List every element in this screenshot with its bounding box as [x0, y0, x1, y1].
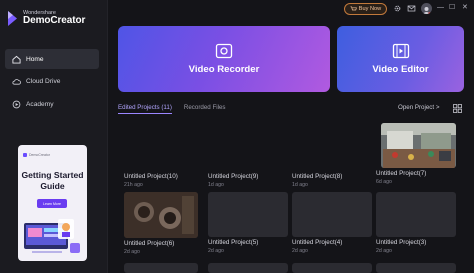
- project-thumbnail: [381, 123, 456, 168]
- sidebar-item-label: Academy: [26, 100, 54, 108]
- video-editor-label: Video Editor: [372, 64, 429, 75]
- sidebar-item-label: Home: [26, 55, 44, 63]
- user-avatar[interactable]: [421, 3, 432, 14]
- user-icon: [423, 7, 432, 14]
- project-title: Untitled Project(7): [376, 170, 427, 177]
- recorder-icon: [215, 43, 233, 59]
- promo-brand: DemoCreator: [23, 153, 50, 157]
- project-thumbnail: [124, 192, 198, 238]
- project-time: 21h ago: [124, 182, 143, 188]
- project-card[interactable]: Untitled Project(3) 2d ago: [376, 192, 456, 254]
- project-tabs: Edited Projects (11) Recorded Files: [118, 104, 226, 114]
- sidebar-nav: Home Cloud Drive Academy: [5, 49, 99, 117]
- cart-icon: [350, 6, 357, 11]
- project-title: Untitled Project(8): [292, 173, 343, 180]
- sidebar-item-cloud-drive[interactable]: Cloud Drive: [5, 72, 99, 92]
- mail-icon[interactable]: [407, 4, 416, 13]
- grid-view-icon[interactable]: [453, 104, 462, 113]
- getting-started-promo[interactable]: DemoCreator Getting Started Guide Learn …: [18, 145, 87, 261]
- thumbnail-image: [381, 123, 456, 168]
- promo-title: Getting Started Guide: [21, 170, 84, 191]
- promo-brand-icon: [23, 153, 27, 157]
- project-thumbnail[interactable]: [376, 263, 456, 273]
- project-thumbnail[interactable]: [124, 263, 198, 273]
- project-title: Untitled Project(4): [292, 239, 343, 246]
- project-time: 2d ago: [124, 249, 140, 255]
- editor-film-icon: [392, 43, 409, 59]
- tab-edited-projects[interactable]: Edited Projects (11): [118, 104, 172, 114]
- project-thumbnail[interactable]: [208, 263, 288, 273]
- brand-name: DemoCreator: [23, 15, 86, 27]
- gear-icon[interactable]: [393, 4, 402, 13]
- project-thumbnail: [208, 192, 288, 237]
- project-card[interactable]: Untitled Project(10) 21h ago: [124, 171, 204, 188]
- project-thumbnail[interactable]: [292, 263, 372, 273]
- democreator-logo-icon: [8, 11, 17, 26]
- project-card[interactable]: Untitled Project(7) 6d ago: [376, 123, 464, 185]
- promo-brand-label: DemoCreator: [29, 153, 51, 157]
- close-button[interactable]: ✕: [462, 4, 468, 12]
- home-icon: [12, 55, 21, 64]
- project-card[interactable]: Untitled Project(9) 1d ago: [208, 171, 288, 188]
- video-recorder-button[interactable]: Video Recorder: [118, 26, 330, 92]
- project-title: Untitled Project(10): [124, 173, 178, 180]
- project-title: Untitled Project(3): [376, 239, 427, 246]
- academy-icon: [12, 100, 21, 108]
- open-project-link[interactable]: Open Project >: [398, 104, 439, 111]
- tab-recorded-files[interactable]: Recorded Files: [184, 104, 226, 114]
- project-title: Untitled Project(9): [208, 173, 259, 180]
- app-logo: Wondershare DemoCreator: [6, 10, 85, 27]
- project-time: 2d ago: [208, 248, 224, 254]
- promo-illustration: [24, 219, 80, 253]
- project-card[interactable]: Untitled Project(4) 2d ago: [292, 192, 372, 254]
- sidebar-item-label: Cloud Drive: [26, 78, 61, 85]
- project-time: 2d ago: [292, 248, 308, 254]
- project-card[interactable]: Untitled Project(8) 1d ago: [292, 171, 372, 188]
- project-time: 6d ago: [376, 179, 392, 185]
- sidebar-item-academy[interactable]: Academy: [5, 94, 99, 114]
- project-time: 1d ago: [208, 182, 224, 188]
- learn-more-button[interactable]: Learn More: [37, 199, 67, 208]
- project-thumbnail: [292, 192, 372, 237]
- project-title: Untitled Project(5): [208, 239, 259, 246]
- minimize-button[interactable]: —: [437, 4, 444, 12]
- video-editor-button[interactable]: Video Editor: [337, 26, 464, 92]
- buy-now-button[interactable]: Buy Now: [344, 3, 387, 15]
- project-card[interactable]: Untitled Project(5) 2d ago: [208, 192, 288, 254]
- project-thumbnail: [376, 192, 456, 237]
- buy-now-label: Buy Now: [358, 6, 382, 12]
- cloud-icon: [12, 79, 21, 85]
- project-title: Untitled Project(6): [124, 240, 175, 247]
- project-time: 2d ago: [376, 248, 392, 254]
- project-time: 1d ago: [292, 182, 308, 188]
- thumbnail-image: [124, 192, 198, 238]
- project-card[interactable]: Untitled Project(6) 2d ago: [124, 192, 204, 255]
- maximize-button[interactable]: ☐: [449, 4, 455, 12]
- sidebar-item-home[interactable]: Home: [5, 49, 99, 69]
- video-recorder-label: Video Recorder: [188, 64, 260, 75]
- sidebar: Wondershare DemoCreator Home Cloud Drive…: [0, 0, 108, 273]
